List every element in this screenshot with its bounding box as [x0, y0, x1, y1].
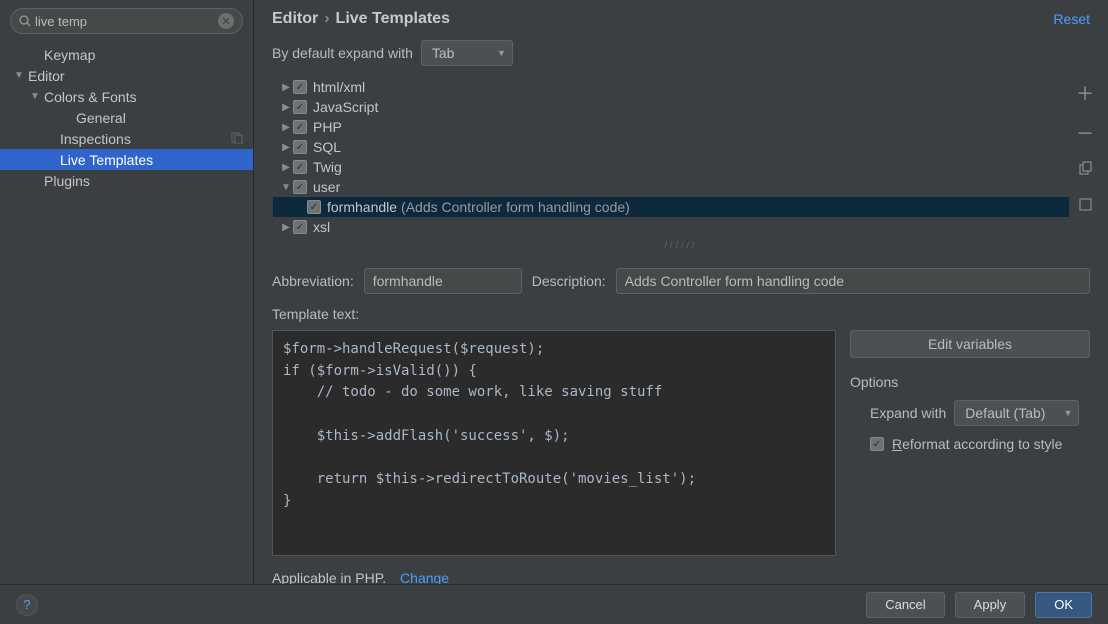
template-item-user[interactable]: ▼✓ user [273, 177, 1069, 197]
tree-arrow-icon: ▶ [279, 142, 293, 153]
tree-arrow-icon: ▶ [279, 102, 293, 113]
cancel-button[interactable]: Cancel [866, 592, 944, 618]
copy-template-button[interactable] [1078, 160, 1093, 181]
template-checkbox[interactable]: ✓ [293, 220, 307, 234]
template-desc: (Adds Controller form handling code) [401, 199, 630, 215]
template-toolbar: ＋ － [1070, 76, 1100, 238]
template-item-php[interactable]: ▶✓ PHP [273, 117, 1069, 137]
duplicate-template-button[interactable] [1079, 195, 1092, 216]
template-text-editor[interactable]: $form->handleRequest($request); if ($for… [272, 330, 836, 556]
reset-link[interactable]: Reset [1053, 11, 1090, 27]
breadcrumb: Editor›Live Templates [272, 10, 450, 28]
modified-icon [231, 131, 243, 147]
tree-arrow-icon: ▼ [279, 182, 293, 193]
edit-variables-button[interactable]: Edit variables [850, 330, 1090, 358]
template-label: xsl [313, 219, 330, 235]
tree-arrow-icon: ▶ [279, 82, 293, 93]
template-checkbox[interactable]: ✓ [293, 180, 307, 194]
tree-arrow-icon: ▼ [30, 91, 42, 102]
template-text-label: Template text: [254, 302, 1108, 326]
remove-template-button[interactable]: － [1076, 120, 1094, 146]
template-checkbox[interactable]: ✓ [293, 140, 307, 154]
tree-item-label: Editor [28, 68, 65, 84]
clear-search-icon[interactable]: ✕ [218, 13, 234, 29]
applicable-text: Applicable in PHP. [272, 570, 386, 584]
sidebar-item-colors-fonts[interactable]: ▼Colors & Fonts [0, 86, 253, 107]
description-label: Description: [532, 273, 606, 289]
template-item-twig[interactable]: ▶✓ Twig [273, 157, 1069, 177]
tree-item-label: Live Templates [60, 152, 153, 168]
tree-arrow-icon: ▶ [279, 122, 293, 133]
template-label: formhandle [327, 199, 397, 215]
resize-grip[interactable]: ////// [254, 238, 1108, 250]
apply-button[interactable]: Apply [955, 592, 1026, 618]
tree-item-label: Plugins [44, 173, 90, 189]
template-label: JavaScript [313, 99, 378, 115]
chevron-down-icon: ▼ [1063, 408, 1072, 418]
reformat-checkbox[interactable]: ✓ [870, 437, 884, 451]
template-checkbox[interactable]: ✓ [293, 80, 307, 94]
add-template-button[interactable]: ＋ [1076, 80, 1094, 106]
change-context-link[interactable]: Change [400, 570, 449, 584]
chevron-down-icon: ▼ [497, 48, 506, 58]
abbreviation-label: Abbreviation: [272, 273, 354, 289]
tree-item-label: Inspections [60, 131, 131, 147]
template-item-javascript[interactable]: ▶✓ JavaScript [273, 97, 1069, 117]
settings-sidebar: ✕ Keymap▼Editor▼Colors & FontsGeneralIns… [0, 0, 254, 584]
template-checkbox[interactable]: ✓ [307, 200, 321, 214]
abbreviation-input[interactable] [364, 268, 522, 294]
sidebar-item-inspections[interactable]: Inspections [0, 128, 253, 149]
tree-item-label: General [76, 110, 126, 126]
sidebar-item-editor[interactable]: ▼Editor [0, 65, 253, 86]
settings-content: Editor›Live Templates Reset By default e… [254, 0, 1108, 584]
template-label: PHP [313, 119, 342, 135]
template-label: SQL [313, 139, 341, 155]
template-item-formhandle[interactable]: ✓ formhandle (Adds Controller form handli… [273, 197, 1069, 217]
expand-with-select[interactable]: Default (Tab)▼ [954, 400, 1079, 426]
sidebar-item-live-templates[interactable]: Live Templates [0, 149, 253, 170]
description-input[interactable] [616, 268, 1090, 294]
sidebar-item-general[interactable]: General [0, 107, 253, 128]
template-label: Twig [313, 159, 342, 175]
default-expand-select[interactable]: Tab▼ [421, 40, 513, 66]
template-item-html-xml[interactable]: ▶✓ html/xml [273, 77, 1069, 97]
template-item-sql[interactable]: ▶✓ SQL [273, 137, 1069, 157]
tree-arrow-icon: ▶ [279, 222, 293, 233]
settings-tree[interactable]: Keymap▼Editor▼Colors & FontsGeneralInspe… [0, 40, 253, 584]
default-expand-label: By default expand with [272, 45, 413, 61]
template-checkbox[interactable]: ✓ [293, 160, 307, 174]
template-label: user [313, 179, 340, 195]
sidebar-item-plugins[interactable]: Plugins [0, 170, 253, 191]
tree-arrow-icon: ▼ [14, 70, 26, 81]
template-label: html/xml [313, 79, 365, 95]
help-button[interactable]: ? [16, 594, 38, 616]
expand-with-label: Expand with [870, 405, 946, 421]
options-label: Options [850, 374, 1090, 390]
reformat-label: RReformat according to styleeformat acco… [892, 436, 1062, 452]
sidebar-item-keymap[interactable]: Keymap [0, 44, 253, 65]
search-box[interactable]: ✕ [10, 8, 243, 34]
template-checkbox[interactable]: ✓ [293, 100, 307, 114]
tree-arrow-icon: ▶ [279, 162, 293, 173]
tree-item-label: Keymap [44, 47, 95, 63]
dialog-footer: ? Cancel Apply OK [0, 584, 1108, 624]
template-tree[interactable]: ▶✓html/xml▶✓JavaScript▶✓PHP▶✓SQL▶✓Twig▼✓… [272, 76, 1070, 238]
ok-button[interactable]: OK [1035, 592, 1092, 618]
template-item-xsl[interactable]: ▶✓ xsl [273, 217, 1069, 237]
search-icon [19, 15, 31, 27]
tree-item-label: Colors & Fonts [44, 89, 137, 105]
search-input[interactable] [35, 14, 218, 29]
template-checkbox[interactable]: ✓ [293, 120, 307, 134]
